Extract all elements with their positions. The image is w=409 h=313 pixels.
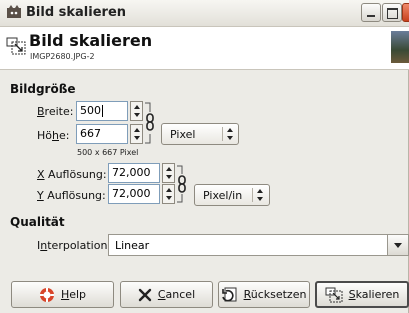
dialog-header: Bild skalieren IMGP2680.JPG-2: [0, 27, 409, 70]
cancel-label: Cancel: [157, 288, 196, 301]
size-hint: 500 x 667 Pixel: [77, 148, 139, 157]
help-button[interactable]: Help: [11, 281, 114, 308]
interpolation-select[interactable]: Linear: [108, 234, 409, 256]
unit-select[interactable]: Pixel: [161, 123, 239, 145]
cancel-x-icon: [138, 288, 152, 301]
reset-button[interactable]: Rücksetzen: [218, 281, 310, 308]
width-spinner[interactable]: [130, 101, 143, 121]
height-label: Höhe:: [37, 129, 70, 142]
x-resolution-spinner[interactable]: [162, 163, 175, 183]
reset-label: Rücksetzen: [243, 288, 307, 301]
image-size-heading: Bildgröße: [10, 82, 76, 96]
lifebuoy-icon: [39, 287, 54, 302]
image-thumbnail: [391, 31, 409, 63]
x-resolution-label: X Auflösung:: [37, 168, 107, 181]
chain-link-icon[interactable]: [144, 102, 156, 144]
gimp-app-icon: [7, 5, 21, 18]
scale-label: Skalieren: [348, 288, 400, 301]
close-button[interactable]: [402, 3, 409, 22]
scale-icon: [6, 37, 26, 55]
resolution-chain-icon[interactable]: [176, 165, 188, 203]
cancel-button[interactable]: Cancel: [120, 281, 213, 308]
title-bar[interactable]: Bild skalieren: [0, 0, 409, 27]
help-label: Help: [60, 288, 87, 301]
scale-image-dialog: Bild skalieren Bild skalieren IMGP2680.J…: [0, 0, 409, 313]
y-resolution-label: Y Auflösung:: [37, 189, 106, 202]
y-resolution-spinner[interactable]: [162, 184, 175, 204]
interpolation-label: Interpolation:: [37, 239, 112, 252]
updown-arrow-icon: [257, 189, 263, 201]
quality-heading: Qualität: [10, 215, 65, 229]
dialog-title: Bild skalieren: [29, 31, 153, 50]
height-spinner[interactable]: [130, 124, 143, 144]
scale-button[interactable]: Skalieren: [315, 281, 409, 308]
height-input[interactable]: 667: [76, 124, 128, 144]
width-input[interactable]: 500: [76, 101, 128, 121]
y-resolution-input[interactable]: 72,000: [108, 184, 160, 204]
scale-icon: [325, 287, 343, 302]
image-name: IMGP2680.JPG-2: [30, 52, 95, 61]
window-title: Bild skalieren: [26, 5, 127, 20]
chevron-down-icon[interactable]: [387, 235, 408, 255]
reset-icon: [221, 287, 237, 301]
x-resolution-input[interactable]: 72,000: [108, 163, 160, 183]
maximize-button[interactable]: [382, 3, 402, 22]
resolution-unit-select[interactable]: Pixel/in: [194, 184, 270, 206]
updown-arrow-icon: [227, 128, 233, 140]
width-label: Breite:: [37, 105, 74, 118]
minimize-button[interactable]: [361, 3, 381, 22]
